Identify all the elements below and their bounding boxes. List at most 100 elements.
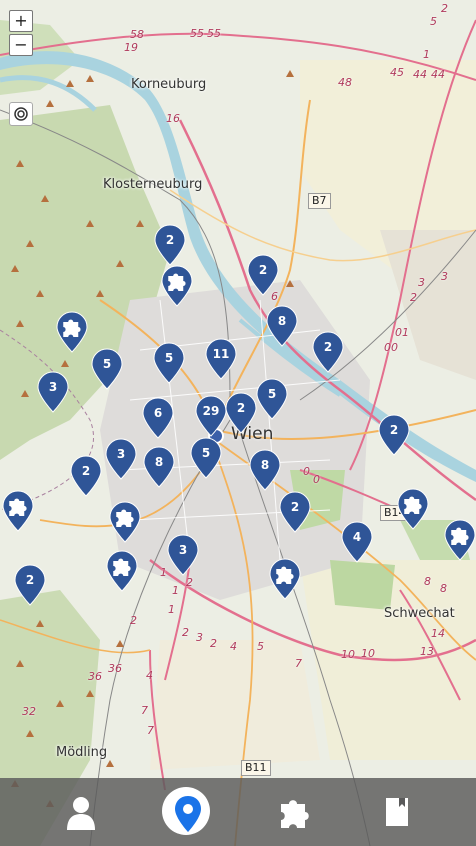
cluster-marker[interactable]: 2 (279, 491, 311, 533)
cluster-count: 2 (290, 500, 300, 514)
bookmark-icon (386, 798, 408, 826)
place-label-schwechat: Schwechat (384, 606, 455, 621)
nav-profile-button[interactable] (56, 778, 106, 846)
cluster-marker[interactable]: 3 (105, 438, 137, 480)
cluster-marker[interactable]: 2 (247, 254, 279, 296)
road-number: 1 (423, 48, 430, 61)
puzzle-marker[interactable] (444, 519, 476, 561)
puzzle-marker[interactable] (161, 265, 193, 307)
road-number: 14 (431, 627, 445, 640)
cluster-count: 3 (116, 447, 126, 461)
road-number: 2 (182, 626, 189, 639)
cluster-count: 5 (102, 357, 112, 371)
cluster-marker[interactable]: 8 (266, 305, 298, 347)
puzzle-marker[interactable] (56, 311, 88, 353)
cluster-marker[interactable]: 5 (153, 342, 185, 384)
puzzle-marker[interactable] (2, 490, 34, 532)
zoom-in-button[interactable]: + (9, 10, 33, 32)
road-number: 7 (141, 704, 148, 717)
cluster-count: 3 (178, 543, 188, 557)
road-shield-b11: B11 (241, 760, 271, 776)
cluster-count: 4 (352, 530, 362, 544)
cluster-marker[interactable]: 4 (341, 521, 373, 563)
locate-button[interactable] (9, 102, 33, 126)
puzzle-icon (9, 498, 27, 516)
zoom-out-button[interactable]: − (9, 34, 33, 56)
cluster-marker[interactable]: 6 (142, 397, 174, 439)
cluster-count: 5 (267, 387, 277, 401)
road-number: 55 (207, 27, 221, 40)
road-number: 4 (146, 669, 153, 682)
road-number: 3 (418, 276, 425, 289)
road-number: 19 (124, 41, 138, 54)
map-pin-icon (175, 796, 201, 832)
nav-map-button[interactable] (163, 778, 213, 846)
cluster-count: 2 (236, 401, 246, 415)
cluster-marker[interactable]: 3 (37, 371, 69, 413)
puzzle-marker[interactable] (397, 488, 429, 530)
place-label-klosterneuburg: Klosterneuburg (103, 177, 203, 192)
road-number: 7 (147, 724, 154, 737)
road-number: 55 (190, 27, 204, 40)
cluster-marker[interactable]: 29 (195, 395, 227, 437)
road-number: 48 (338, 76, 352, 89)
cluster-marker[interactable]: 2 (14, 564, 46, 606)
cluster-count: 8 (260, 458, 270, 472)
puzzle-icon (451, 527, 469, 545)
puzzle-marker[interactable] (106, 550, 138, 592)
road-number: 16 (166, 112, 180, 125)
cluster-count: 2 (258, 263, 268, 277)
cluster-marker[interactable]: 2 (154, 224, 186, 266)
road-number: 0 (313, 473, 320, 486)
cluster-count: 6 (153, 406, 163, 420)
cluster-marker[interactable]: 2 (378, 414, 410, 456)
cluster-count: 8 (154, 455, 164, 469)
road-number: 8 (424, 575, 431, 588)
road-number: 4 (230, 640, 237, 653)
road-shield-b7: B7 (308, 193, 331, 209)
cluster-marker[interactable]: 8 (249, 449, 281, 491)
cluster-marker[interactable]: 5 (190, 437, 222, 479)
cluster-count: 2 (323, 340, 333, 354)
road-number: 5 (430, 15, 437, 28)
puzzle-icon (404, 496, 422, 514)
cluster-marker[interactable]: 2 (70, 455, 102, 497)
target-icon (14, 107, 28, 121)
cluster-marker[interactable]: 3 (167, 534, 199, 576)
puzzle-marker[interactable] (109, 501, 141, 543)
cluster-marker[interactable]: 8 (143, 446, 175, 488)
road-number: 3 (441, 270, 448, 283)
road-number: 3 (196, 631, 203, 644)
road-number: 10 (341, 648, 355, 661)
cluster-marker[interactable]: 5 (256, 378, 288, 420)
cluster-marker[interactable]: 5 (91, 348, 123, 390)
road-number: 7 (295, 657, 302, 670)
road-number: 00 (384, 341, 398, 354)
cluster-count: 8 (277, 314, 287, 328)
puzzle-icon (116, 509, 134, 527)
place-label-moedling: Mödling (56, 745, 108, 760)
road-number: 32 (22, 705, 36, 718)
nav-bookmark-button[interactable] (373, 778, 423, 846)
cluster-marker[interactable]: 2 (312, 331, 344, 373)
cluster-count: 5 (201, 446, 211, 460)
road-number: 58 (130, 28, 144, 41)
road-number: 36 (108, 662, 122, 675)
road-number: 45 (390, 66, 404, 79)
puzzle-icon (63, 319, 81, 337)
place-label-korneuburg: Korneuburg (131, 77, 207, 92)
cluster-marker[interactable]: 11 (205, 338, 237, 380)
road-number: 2 (130, 614, 137, 627)
road-number: 2 (210, 637, 217, 650)
road-number: 10 (361, 647, 375, 660)
cluster-count: 3 (48, 380, 58, 394)
road-number: 36 (88, 670, 102, 683)
nav-puzzle-button[interactable] (268, 778, 318, 846)
puzzle-icon (168, 273, 186, 291)
road-number: 2 (410, 291, 417, 304)
road-number: 13 (420, 645, 434, 658)
cluster-count: 29 (202, 404, 220, 418)
cluster-marker[interactable]: 2 (225, 392, 257, 434)
puzzle-marker[interactable] (269, 558, 301, 600)
road-number: 44 (431, 68, 445, 81)
